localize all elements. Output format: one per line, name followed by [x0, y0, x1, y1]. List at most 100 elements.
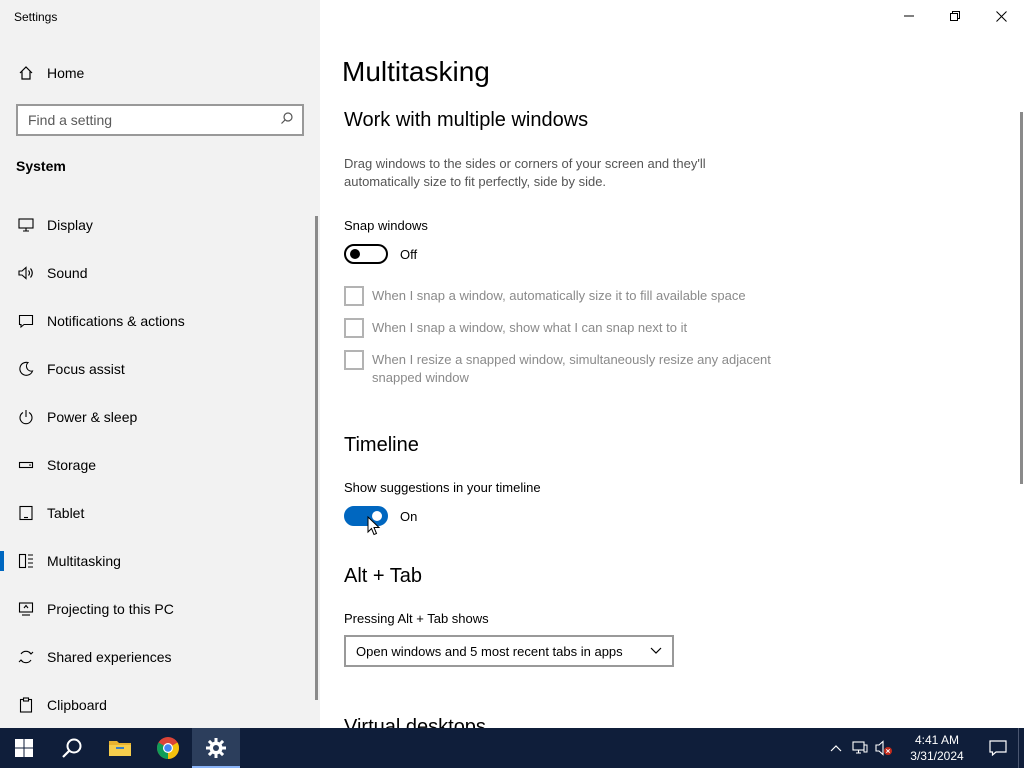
- tray-overflow-button[interactable]: [824, 728, 848, 768]
- mouse-cursor-icon: [367, 516, 381, 536]
- notifications-icon: [16, 311, 36, 331]
- snap-option-fill-space[interactable]: When I snap a window, automatically size…: [344, 286, 784, 306]
- snap-option-show-next[interactable]: When I snap a window, show what I can sn…: [344, 318, 784, 338]
- sidebar-home[interactable]: Home: [16, 60, 84, 86]
- settings-taskbar-button[interactable]: [192, 728, 240, 768]
- volume-muted-icon: [875, 740, 892, 756]
- alt-tab-label: Pressing Alt + Tab shows: [344, 611, 489, 626]
- snap-windows-state: Off: [400, 246, 418, 262]
- file-explorer-button[interactable]: [96, 728, 144, 768]
- timeline-suggestions-state: On: [400, 508, 418, 524]
- tablet-icon: [16, 503, 36, 523]
- chrome-icon: [157, 737, 179, 759]
- chevron-up-icon: [830, 745, 842, 752]
- system-tray: 4:41 AM 3/31/2024: [824, 728, 1024, 768]
- page-title: Multitasking: [342, 56, 490, 87]
- sidebar-item-label: Notifications & actions: [47, 313, 185, 329]
- main-content: Multitasking Work with multiple windows …: [320, 0, 1024, 728]
- sidebar-item-label: Projecting to this PC: [47, 601, 174, 617]
- toggle-knob: [350, 249, 360, 259]
- search-box[interactable]: [16, 104, 304, 136]
- multiple-windows-heading: Work with multiple windows: [344, 109, 589, 131]
- sound-icon: [16, 263, 36, 283]
- power-icon: [16, 407, 36, 427]
- main-scrollbar[interactable]: [1020, 112, 1023, 484]
- timeline-heading: Timeline: [344, 434, 419, 456]
- clock-time: 4:41 AM: [914, 733, 960, 747]
- home-icon: [16, 63, 36, 83]
- timeline-suggestions-label: Show suggestions in your timeline: [344, 480, 541, 495]
- projecting-icon: [16, 599, 36, 619]
- display-icon: [16, 215, 36, 235]
- snap-option-label: When I snap a window, show what I can sn…: [372, 320, 688, 335]
- window-title: Settings: [14, 10, 58, 24]
- sidebar-item-sound[interactable]: Sound: [0, 249, 320, 297]
- search-input[interactable]: [28, 112, 280, 128]
- storage-icon: [16, 455, 36, 475]
- close-icon: [995, 10, 1007, 22]
- file-explorer-icon: [109, 741, 131, 756]
- checkbox[interactable]: [344, 286, 364, 306]
- sidebar-item-shared-experiences[interactable]: Shared experiences: [0, 633, 320, 681]
- start-icon: [15, 739, 33, 757]
- sidebar-scrollbar[interactable]: [315, 216, 318, 700]
- sidebar-item-focus-assist[interactable]: Focus assist: [0, 345, 320, 393]
- checkbox[interactable]: [344, 318, 364, 338]
- sidebar-item-label: Storage: [47, 457, 97, 473]
- sidebar-item-label: Display: [47, 217, 93, 233]
- alt-tab-dropdown[interactable]: Open windows and 5 most recent tabs in a…: [344, 635, 674, 667]
- sidebar-item-label: Multitasking: [47, 553, 121, 569]
- sidebar-item-clipboard[interactable]: Clipboard: [0, 681, 320, 728]
- focus-assist-icon: [16, 359, 36, 379]
- sidebar-item-label: Clipboard: [47, 697, 107, 713]
- settings-icon: [206, 738, 226, 758]
- taskbar: 4:41 AM 3/31/2024: [0, 728, 1024, 768]
- snap-windows-toggle-row: Off: [344, 244, 417, 264]
- sidebar: Settings Home System Display Sound: [0, 0, 320, 728]
- shared-experiences-icon: [16, 647, 36, 667]
- chrome-button[interactable]: [144, 728, 192, 768]
- checkbox[interactable]: [344, 350, 364, 370]
- snap-windows-toggle[interactable]: [344, 244, 388, 264]
- volume-button[interactable]: [872, 728, 896, 768]
- show-desktop-button[interactable]: [1018, 728, 1024, 768]
- restore-button[interactable]: [932, 0, 978, 32]
- multiple-windows-description: Drag windows to the sides or corners of …: [344, 156, 706, 189]
- clock-date: 3/31/2024: [910, 749, 964, 763]
- minimize-icon: [904, 15, 914, 17]
- network-button[interactable]: [848, 728, 872, 768]
- alt-tab-heading: Alt + Tab: [344, 565, 423, 587]
- sidebar-item-label: Tablet: [47, 505, 85, 521]
- sidebar-nav: Display Sound Notifications & actions Fo…: [0, 201, 320, 728]
- snap-option-label: When I resize a snapped window, simultan…: [372, 352, 771, 385]
- sidebar-item-notifications[interactable]: Notifications & actions: [0, 297, 320, 345]
- minimize-button[interactable]: [886, 0, 932, 32]
- sidebar-item-display[interactable]: Display: [0, 201, 320, 249]
- sidebar-item-multitasking[interactable]: Multitasking: [0, 537, 320, 585]
- clipboard-icon: [16, 695, 36, 715]
- snap-windows-label: Snap windows: [344, 218, 428, 233]
- start-button[interactable]: [0, 728, 48, 768]
- window-controls: [886, 0, 1024, 32]
- sidebar-item-power-sleep[interactable]: Power & sleep: [0, 393, 320, 441]
- taskbar-clock[interactable]: 4:41 AM 3/31/2024: [902, 732, 972, 764]
- sidebar-home-label: Home: [47, 65, 85, 81]
- close-button[interactable]: [978, 0, 1024, 32]
- search-icon[interactable]: [280, 111, 294, 130]
- sidebar-item-storage[interactable]: Storage: [0, 441, 320, 489]
- snap-option-resize-adjacent[interactable]: When I resize a snapped window, simultan…: [344, 350, 784, 387]
- section-title: System: [16, 158, 66, 174]
- network-icon: [852, 741, 868, 754]
- search-icon: [62, 738, 82, 758]
- action-center-button[interactable]: [978, 728, 1018, 768]
- timeline-suggestions-toggle[interactable]: [344, 506, 388, 526]
- sidebar-item-label: Power & sleep: [47, 409, 138, 425]
- snap-option-label: When I snap a window, automatically size…: [372, 288, 746, 303]
- alt-tab-selected-value: Open windows and 5 most recent tabs in a…: [356, 643, 623, 659]
- sidebar-item-tablet[interactable]: Tablet: [0, 489, 320, 537]
- virtual-desktops-heading: Virtual desktops: [344, 716, 486, 728]
- sidebar-item-projecting[interactable]: Projecting to this PC: [0, 585, 320, 633]
- notifications-icon: [989, 740, 1007, 756]
- taskbar-search-button[interactable]: [48, 728, 96, 768]
- sidebar-item-label: Sound: [47, 265, 88, 281]
